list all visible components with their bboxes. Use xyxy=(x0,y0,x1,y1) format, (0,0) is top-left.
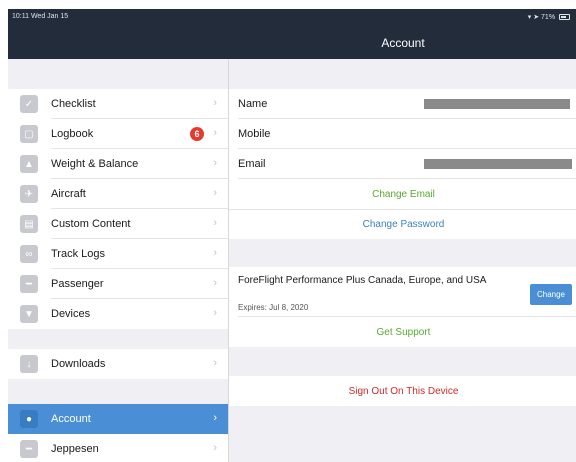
battery-percent: 71% xyxy=(541,14,556,21)
change-plan-button[interactable]: Change xyxy=(530,284,572,305)
sign-out-group: Sign Out On This Device xyxy=(229,376,576,406)
redacted-name-value xyxy=(424,99,570,109)
sidebar: ✓ Checklist › ▢ Logbook 6 › ▲ Weight & B… xyxy=(8,59,228,462)
chevron-right-icon: › xyxy=(213,157,217,169)
chevron-right-icon: › xyxy=(213,97,217,109)
sidebar-item-label: Downloads xyxy=(51,358,106,370)
person-icon: ● xyxy=(20,410,38,428)
location-icon: ➤ xyxy=(533,14,540,21)
chevron-right-icon: › xyxy=(213,412,217,424)
sidebar-item-devices[interactable]: ▼ Devices › xyxy=(8,299,228,329)
redacted-email-value xyxy=(424,159,572,169)
sidebar-item-checklist[interactable]: ✓ Checklist › xyxy=(8,89,228,119)
email-row[interactable]: Email xyxy=(229,149,576,179)
chevron-right-icon: › xyxy=(213,187,217,199)
chevron-right-icon: › xyxy=(213,247,217,259)
plan-name: ForeFlight Performance Plus Canada, Euro… xyxy=(238,275,487,286)
seat-icon: ━ xyxy=(20,275,38,293)
sidebar-item-account[interactable]: ● Account › xyxy=(8,404,228,434)
sidebar-item-custom-content[interactable]: ▤ Custom Content › xyxy=(8,209,228,239)
get-support-button[interactable]: Get Support xyxy=(229,317,576,347)
scale-icon: ▲ xyxy=(20,155,38,173)
name-row[interactable]: Name xyxy=(229,89,576,119)
sidebar-item-label: Aircraft xyxy=(51,188,86,200)
airplane-icon: ✈ xyxy=(20,185,38,203)
sidebar-item-weight-balance[interactable]: ▲ Weight & Balance › xyxy=(8,149,228,179)
name-label: Name xyxy=(238,98,268,110)
sidebar-item-label: Devices xyxy=(51,308,91,320)
sidebar-group-main: ✓ Checklist › ▢ Logbook 6 › ▲ Weight & B… xyxy=(8,89,228,329)
top-bar: 10:11 Wed Jan 15 ▾ ➤ 71% Account xyxy=(8,9,576,59)
email-label: Email xyxy=(238,158,266,170)
book-icon: ▢ xyxy=(20,125,38,143)
subscription-group: ForeFlight Performance Plus Canada, Euro… xyxy=(229,267,576,347)
sign-out-button[interactable]: Sign Out On This Device xyxy=(229,376,576,406)
battery-icon xyxy=(559,14,570,20)
document-icon: ▤ xyxy=(20,215,38,233)
sidebar-item-jeppesen[interactable]: ━ Jeppesen › xyxy=(8,434,228,462)
mobile-row[interactable]: Mobile xyxy=(229,119,576,149)
sidebar-item-downloads[interactable]: ↓ Downloads › xyxy=(8,349,228,379)
sidebar-item-label: Account xyxy=(51,413,91,425)
shield-icon: ▼ xyxy=(20,305,38,323)
download-icon: ↓ xyxy=(20,355,38,373)
change-password-button[interactable]: Change Password xyxy=(229,209,576,239)
sidebar-item-track-logs[interactable]: ∞ Track Logs › xyxy=(8,239,228,269)
sidebar-item-aircraft[interactable]: ✈ Aircraft › xyxy=(8,179,228,209)
sidebar-group-downloads: ↓ Downloads › xyxy=(8,349,228,379)
mobile-label: Mobile xyxy=(238,128,271,140)
account-panel: Name Mobile Email Change Email Change Pa… xyxy=(229,59,576,462)
profile-group: Name Mobile Email Change Email Change Pa… xyxy=(229,89,576,239)
chevron-right-icon: › xyxy=(213,217,217,229)
wifi-icon: ▾ xyxy=(527,14,532,21)
sidebar-item-logbook[interactable]: ▢ Logbook 6 › xyxy=(8,119,228,149)
status-indicators: ▾ ➤ 71% xyxy=(528,13,570,21)
chevron-right-icon: › xyxy=(213,127,217,139)
sidebar-item-label: Custom Content xyxy=(51,218,131,230)
status-time: 10:11 Wed Jan 15 xyxy=(12,13,69,20)
sidebar-group-account: ● Account › ━ Jeppesen › xyxy=(8,404,228,462)
chevron-right-icon: › xyxy=(213,277,217,289)
notification-badge: 6 xyxy=(190,127,204,141)
checkmark-icon: ✓ xyxy=(20,95,38,113)
sidebar-item-label: Weight & Balance xyxy=(51,158,139,170)
sidebar-item-label: Checklist xyxy=(51,98,96,110)
app-screen: 10:11 Wed Jan 15 ▾ ➤ 71% Account ✓ Check… xyxy=(8,9,576,462)
page-title: Account xyxy=(381,36,425,50)
jeppesen-icon: ━ xyxy=(20,440,38,458)
plan-expiration: Expires: Jul 8, 2020 xyxy=(238,303,309,312)
subscription-row: ForeFlight Performance Plus Canada, Euro… xyxy=(229,267,576,317)
sidebar-item-label: Passenger xyxy=(51,278,104,290)
change-email-button[interactable]: Change Email xyxy=(229,179,576,209)
sidebar-item-label: Jeppesen xyxy=(51,443,99,455)
chevron-right-icon: › xyxy=(213,307,217,319)
chevron-right-icon: › xyxy=(213,357,217,369)
track-log-icon: ∞ xyxy=(20,245,38,263)
chevron-right-icon: › xyxy=(213,442,217,454)
sidebar-item-passenger[interactable]: ━ Passenger › xyxy=(8,269,228,299)
sidebar-item-label: Track Logs xyxy=(51,248,106,260)
